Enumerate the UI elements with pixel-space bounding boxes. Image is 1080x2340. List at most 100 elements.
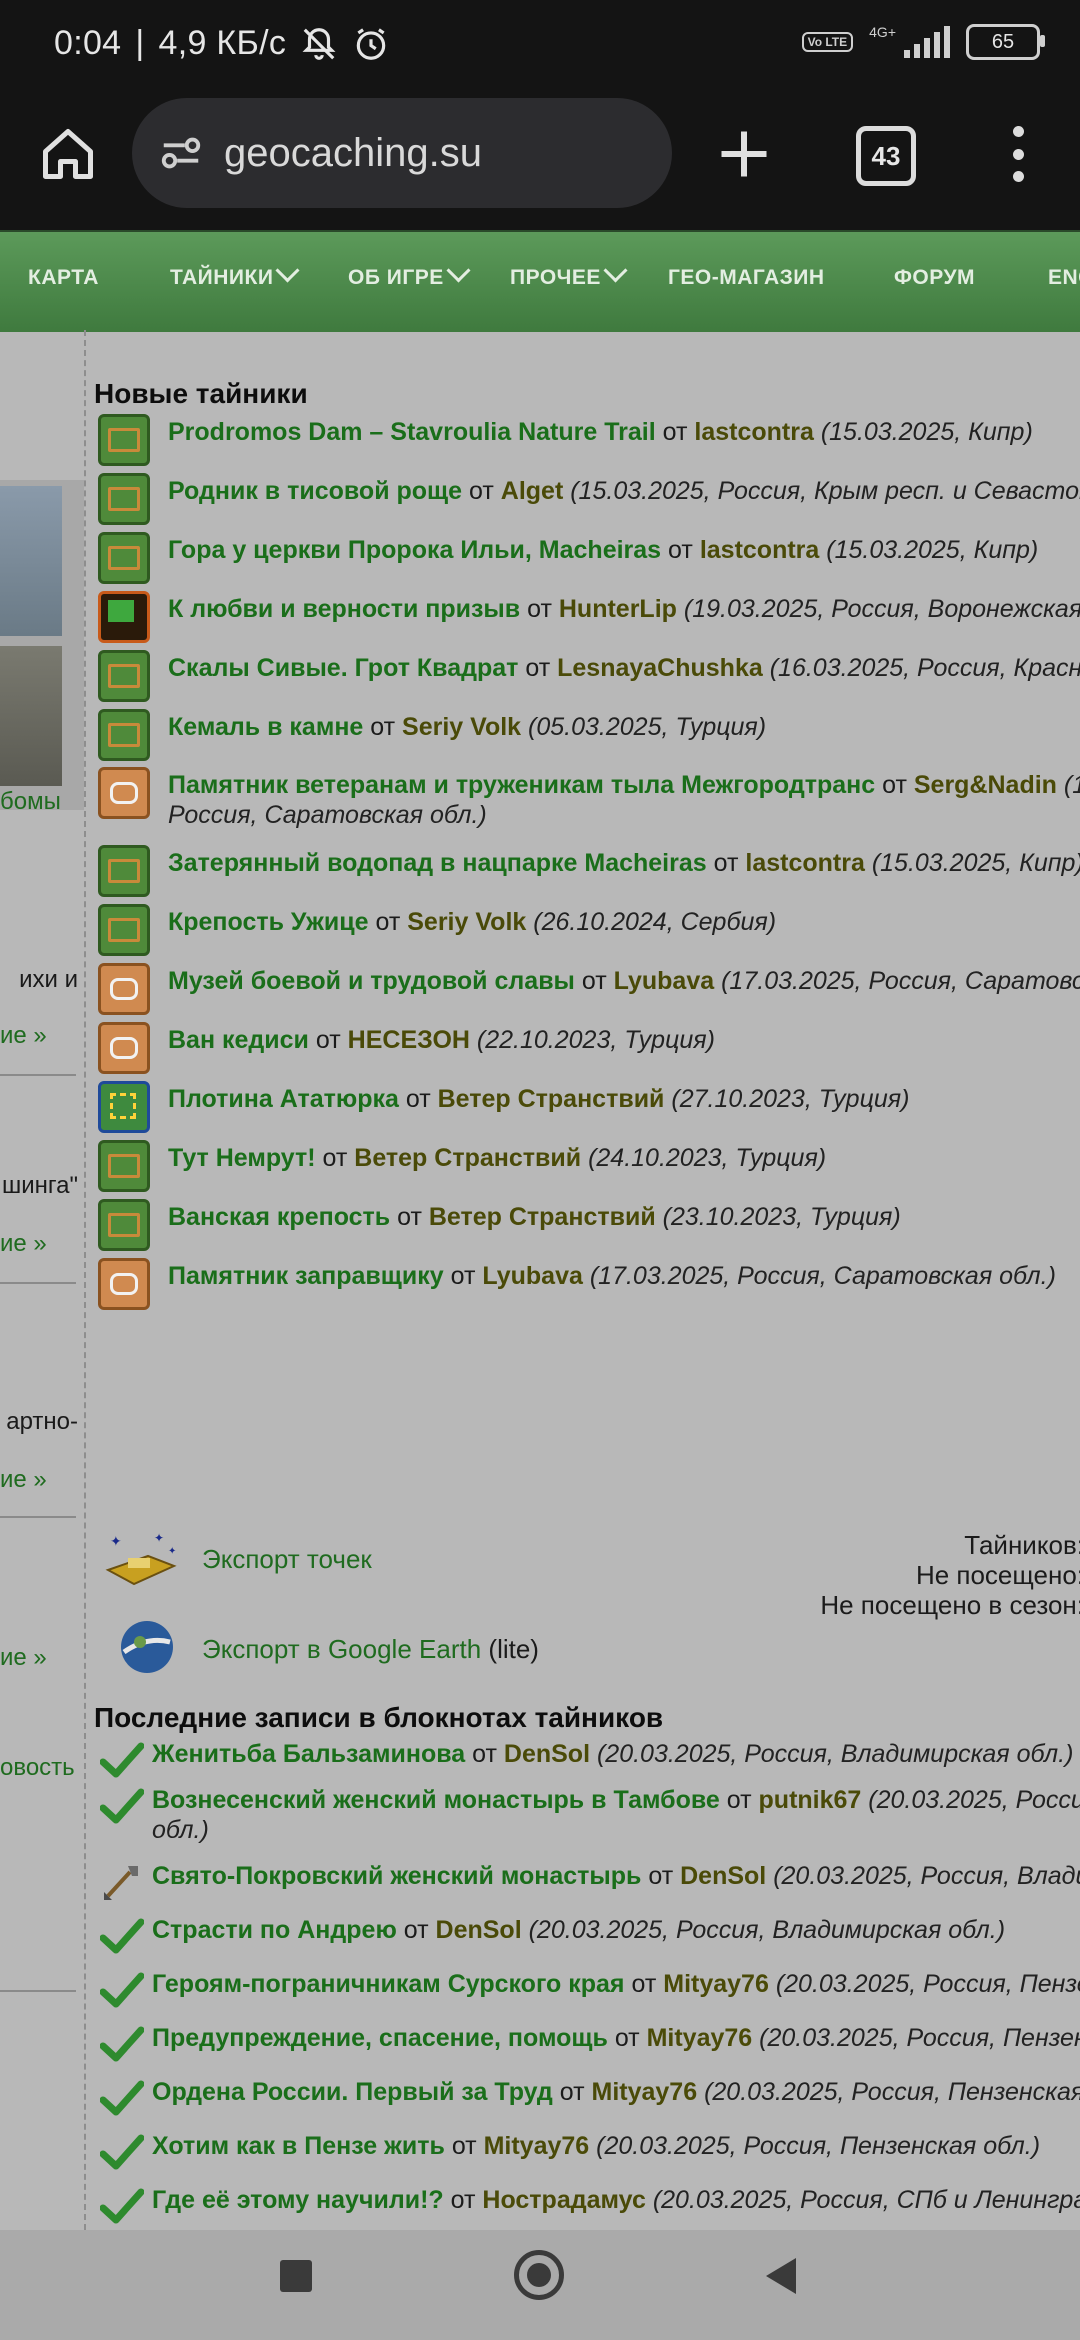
author-link[interactable]: Lyubava	[482, 1262, 583, 1290]
site-settings-icon[interactable]	[158, 130, 204, 176]
cache-name-link[interactable]: Страсти по Андрею	[152, 1916, 397, 1944]
author-link[interactable]: Alget	[501, 477, 564, 505]
author-link[interactable]: lastcontra	[694, 418, 813, 446]
log-row[interactable]: Где её этому научили!? от Нострадамус (2…	[94, 2178, 1080, 2230]
home-button[interactable]	[514, 2250, 564, 2300]
cache-row[interactable]: Затерянный водопад в нацпарке Macheiras …	[94, 841, 1080, 897]
sidebar-link[interactable]: бомы	[0, 788, 61, 816]
cache-row[interactable]: Кемаль в камне от Seriy Volk (05.03.2025…	[94, 705, 1080, 761]
sidebar-more-link[interactable]: ие »	[0, 1644, 47, 1672]
nav-caches[interactable]: ТАЙНИКИ	[170, 258, 300, 290]
cache-row[interactable]: Музей боевой и трудовой славы от Lyubava…	[94, 959, 1080, 1015]
author-link[interactable]: lastcontra	[700, 536, 819, 564]
author-link[interactable]: DenSol	[436, 1916, 522, 1944]
cache-row[interactable]: Крепость Ужице от Seriy Volk (26.10.2024…	[94, 900, 1080, 956]
nav-shop[interactable]: ГЕО-МАГАЗИН	[668, 266, 825, 290]
cache-row[interactable]: К любви и верности призыв от HunterLip (…	[94, 587, 1080, 643]
cache-row[interactable]: Ван кедиси от НЕСЕЗОН (22.10.2023, Турци…	[94, 1018, 1080, 1074]
cache-name-link[interactable]: Памятник ветеранам и труженикам тыла Меж…	[168, 771, 875, 799]
nav-eng[interactable]: ENG	[1048, 266, 1080, 290]
nav-forum[interactable]: ФОРУМ	[894, 266, 975, 290]
more-menu-icon[interactable]	[1008, 126, 1028, 182]
cache-name-link[interactable]: Крепость Ужице	[168, 908, 369, 936]
cache-row[interactable]: Памятник заправщику от Lyubava (17.03.20…	[94, 1254, 1080, 1310]
author-link[interactable]: lastcontra	[745, 849, 864, 877]
gps-export-icon[interactable]: ✦ ✦ ✦	[98, 1530, 182, 1594]
cache-name-link[interactable]: Ордена России. Первый за Труд	[152, 2078, 553, 2106]
new-tab-icon[interactable]	[714, 124, 774, 184]
sidebar-more-link[interactable]: ие »	[0, 1022, 47, 1050]
cache-row[interactable]: Плотина Ататюрка от Ветер Странствий (27…	[94, 1077, 1080, 1133]
back-button[interactable]	[766, 2258, 796, 2294]
cache-name-link[interactable]: Вознесенский женский монастырь в Тамбове	[152, 1786, 720, 1814]
cache-name-link[interactable]: Скалы Сивые. Грот Квадрат	[168, 654, 518, 682]
log-row[interactable]: Ордена России. Первый за Труд от Mityay7…	[94, 2070, 1080, 2124]
cache-name-link[interactable]: Родник в тисовой роще	[168, 477, 462, 505]
cache-name-link[interactable]: Женитьба Бальзаминова	[152, 1740, 465, 1768]
cache-name-link[interactable]: Музей боевой и трудовой славы	[168, 967, 575, 995]
author-link[interactable]: putnik67	[759, 1786, 862, 1814]
author-link[interactable]: LesnayaChushka	[557, 654, 763, 682]
log-row[interactable]: Предупреждение, спасение, помощь от Mity…	[94, 2016, 1080, 2070]
cache-row[interactable]: Скалы Сивые. Грот Квадрат от LesnayaChus…	[94, 646, 1080, 702]
cache-name-link[interactable]: Кемаль в камне	[168, 713, 363, 741]
cache-name-link[interactable]: Гора у церкви Пророка Ильи, Macheiras	[168, 536, 661, 564]
cache-name-link[interactable]: Где её этому научили!?	[152, 2186, 444, 2214]
cache-name-link[interactable]: Предупреждение, спасение, помощь	[152, 2024, 608, 2052]
cache-name-link[interactable]: Затерянный водопад в нацпарке Macheiras	[168, 849, 707, 877]
cache-row[interactable]: Родник в тисовой роще от Alget (15.03.20…	[94, 469, 1080, 525]
log-row[interactable]: Героям-пограничникам Сурского края от Mi…	[94, 1962, 1080, 2016]
cache-name-link[interactable]: Хотим как в Пензе жить	[152, 2132, 445, 2160]
nav-map[interactable]: КАРТА	[28, 266, 99, 290]
cache-row[interactable]: Тут Немрут! от Ветер Странствий (24.10.2…	[94, 1136, 1080, 1192]
cache-row[interactable]: Ванская крепость от Ветер Странствий (23…	[94, 1195, 1080, 1251]
sidebar-photo[interactable]	[0, 646, 62, 786]
log-row[interactable]: Страсти по Андрею от DenSol (20.03.2025,…	[94, 1908, 1080, 1962]
author-link[interactable]: Lyubava	[614, 967, 715, 995]
author-link[interactable]: Ветер Странствий	[438, 1085, 665, 1113]
sidebar-photo[interactable]	[0, 486, 62, 636]
cache-name-link[interactable]: Памятник заправщику	[168, 1262, 444, 1290]
sidebar-more-link[interactable]: ие »	[0, 1230, 47, 1258]
cache-name-link[interactable]: Героям-пограничникам Сурского края	[152, 1970, 625, 1998]
cache-name-link[interactable]: Тут Немрут!	[168, 1144, 316, 1172]
author-link[interactable]: Mityay76	[647, 2024, 753, 2052]
author-link[interactable]: DenSol	[504, 1740, 590, 1768]
author-link[interactable]: Ветер Странствий	[429, 1203, 656, 1231]
address-bar[interactable]: geocaching.su	[132, 98, 672, 208]
author-link[interactable]: Нострадамус	[482, 2186, 645, 2214]
home-icon[interactable]	[38, 124, 98, 184]
author-link[interactable]: Mityay76	[663, 1970, 769, 1998]
cache-name-link[interactable]: К любви и верности призыв	[168, 595, 520, 623]
cache-row[interactable]: Памятник ветеранам и труженикам тыла Меж…	[94, 763, 1080, 829]
author-link[interactable]: Ветер Странствий	[354, 1144, 581, 1172]
author-link[interactable]: DenSol	[680, 1862, 766, 1890]
export-points-link[interactable]: Экспорт точек	[202, 1544, 372, 1575]
cache-name-link[interactable]: Плотина Ататюрка	[168, 1085, 399, 1113]
log-row[interactable]: Вознесенский женский монастырь в Тамбове…	[94, 1778, 1080, 1844]
cache-name-link[interactable]: Ван кедиси	[168, 1026, 309, 1054]
sidebar-link[interactable]: овость	[0, 1754, 75, 1782]
recents-button[interactable]	[280, 2260, 312, 2292]
author-link[interactable]: Seriy Volk	[402, 713, 521, 741]
cache-name-link[interactable]: Prodromos Dam – Stavroulia Nature Trail	[168, 418, 656, 446]
log-row[interactable]: Хотим как в Пензе жить от Mityay76 (20.0…	[94, 2124, 1080, 2178]
cache-name-link[interactable]: Ванская крепость	[168, 1203, 390, 1231]
sidebar-more-link[interactable]: ие »	[0, 1466, 47, 1494]
author-link[interactable]: HunterLip	[559, 595, 677, 623]
author-link[interactable]: Mityay76	[592, 2078, 698, 2106]
cache-row[interactable]: Гора у церкви Пророка Ильи, Macheiras от…	[94, 528, 1080, 584]
author-link[interactable]: Mityay76	[484, 2132, 590, 2160]
connector-text: от	[397, 1203, 422, 1231]
nav-other[interactable]: ПРОЧЕЕ	[510, 258, 628, 290]
author-link[interactable]: Serg&Nadin	[914, 771, 1057, 799]
cache-row[interactable]: Prodromos Dam – Stavroulia Nature Trail …	[94, 410, 1080, 466]
author-link[interactable]: НЕСЕЗОН	[348, 1026, 470, 1054]
author-link[interactable]: Seriy Volk	[407, 908, 526, 936]
tab-switcher-button[interactable]: 43	[856, 126, 916, 186]
export-google-earth-link[interactable]: Экспорт в Google Earth (lite)	[202, 1634, 539, 1665]
google-earth-icon[interactable]	[118, 1618, 176, 1676]
nav-about[interactable]: ОБ ИГРЕ	[348, 258, 471, 290]
cache-name-link[interactable]: Свято-Покровский женский монастырь	[152, 1862, 641, 1890]
log-row[interactable]: Свято-Покровский женский монастырь от De…	[94, 1854, 1080, 1908]
